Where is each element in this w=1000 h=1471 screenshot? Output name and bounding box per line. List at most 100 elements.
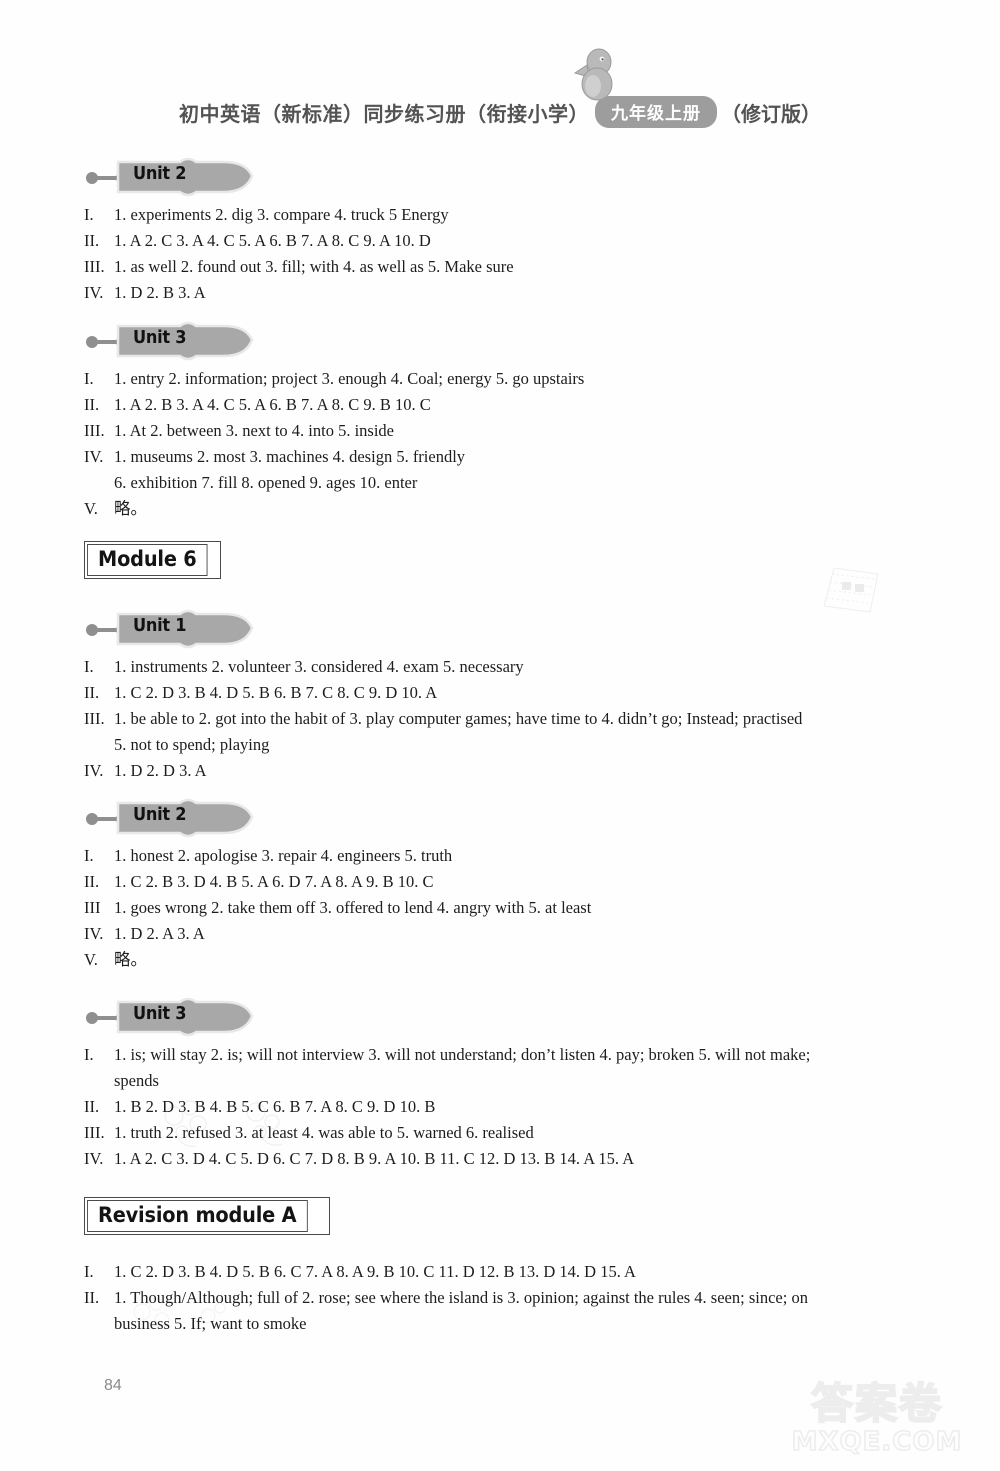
answer-roman: V. <box>84 950 98 969</box>
answer-line: II. 1. C 2. D 3. B 4. D 5. B 6. B 7. C 8… <box>84 680 802 706</box>
answer-line: I. 1. is; will stay 2. is; will not inte… <box>84 1042 810 1068</box>
answers-unit1: I. 1. instruments 2. volunteer 3. consid… <box>84 654 802 784</box>
decorative-note-watermark-icon <box>823 567 879 613</box>
answer-content: 1. honest 2. apologise 3. repair 4. engi… <box>114 846 453 865</box>
answer-roman: III <box>84 898 101 917</box>
answer-continuation: 5. not to spend; playing <box>114 735 270 754</box>
site-watermark: 答案卷 MXQE.COM <box>772 1379 982 1458</box>
answer-content: 1. D 2. B 3. A <box>114 283 206 302</box>
page-header: 初中英语（新标准）同步练习册（衔接小学） 九年级上册 （修订版） <box>0 48 1000 132</box>
section-module6-heading: Module 6 <box>84 541 222 580</box>
answer-content: 1. goes wrong 2. take them off 3. offere… <box>114 898 592 917</box>
unit-tag-unit3-top: Unit 3 <box>84 316 314 362</box>
answer-roman: II. <box>84 683 100 702</box>
answer-content: 1. be able to 2. got into the habit of 3… <box>114 709 803 728</box>
answer-roman: III. <box>84 709 105 728</box>
answer-content: 1. D 2. A 3. A <box>114 924 205 943</box>
answer-roman: IV. <box>84 447 104 466</box>
answer-roman: I. <box>84 657 94 676</box>
answer-line: I. 1. instruments 2. volunteer 3. consid… <box>84 654 802 680</box>
answer-line: II. 1. C 2. B 3. D 4. B 5. A 6. D 7. A 8… <box>84 869 591 895</box>
section-revision-a-heading: Revision module A <box>84 1197 330 1236</box>
answer-line: V. 略。 <box>84 947 591 973</box>
unit-tag-unit3-bottom: Unit 3 <box>84 992 314 1038</box>
bird-mascot-icon <box>573 48 613 101</box>
decorative-flower-watermark-icon <box>164 1100 283 1147</box>
module-heading-box: Module 6 <box>84 541 222 580</box>
unit-tag-unit1: Unit 1 <box>84 604 314 650</box>
answer-line: IV. 1. D 2. D 3. A <box>84 758 802 784</box>
answer-roman: III. <box>84 421 105 440</box>
unit-tag-label: Unit 3 <box>133 1003 187 1024</box>
answer-content: 1. C 2. B 3. D 4. B 5. A 6. D 7. A 8. A … <box>114 872 434 891</box>
answer-roman: I. <box>84 205 94 224</box>
page-number: 84 <box>104 1377 122 1394</box>
answers-unit2-mid: I. 1. honest 2. apologise 3. repair 4. e… <box>84 843 591 973</box>
answer-roman: I. <box>84 1045 94 1064</box>
answer-line: III 1. goes wrong 2. take them off 3. of… <box>84 895 591 921</box>
answer-roman: II. <box>84 1097 100 1116</box>
grade-badge-group: 九年级上册 <box>573 48 717 128</box>
answer-line: I. 1. experiments 2. dig 3. compare 4. t… <box>84 202 514 228</box>
answer-roman: II. <box>84 395 100 414</box>
answer-content: 1. as well 2. found out 3. fill; with 4.… <box>114 257 514 276</box>
unit-tag-label: Unit 3 <box>133 327 187 348</box>
answer-roman: V. <box>84 499 98 518</box>
answer-line: I. 1. honest 2. apologise 3. repair 4. e… <box>84 843 591 869</box>
unit-tag-label: Unit 2 <box>133 163 187 184</box>
unit-tag-unit2-mid: Unit 2 <box>84 793 314 839</box>
answer-roman: II. <box>84 231 100 250</box>
answer-content: 1. entry 2. information; project 3. enou… <box>114 369 585 388</box>
section-unit1: Unit 1 I. 1. instruments 2. volunteer 3.… <box>84 604 802 784</box>
answer-content: 1. C 2. D 3. B 4. D 5. B 6. C 7. A 8. A … <box>114 1262 636 1281</box>
answer-line: II. 1. A 2. B 3. A 4. C 5. A 6. B 7. A 8… <box>84 392 584 418</box>
section-unit2-mid: Unit 2 I. 1. honest 2. apologise 3. repa… <box>84 793 591 973</box>
answer-roman: I. <box>84 1262 94 1281</box>
section-revision-a-answers: I. 1. C 2. D 3. B 4. D 5. B 6. C 7. A 8.… <box>84 1255 808 1337</box>
answer-content: 略。 <box>114 499 147 518</box>
answer-content: 1. museums 2. most 3. machines 4. design… <box>114 447 466 466</box>
answers-revision-a: I. 1. C 2. D 3. B 4. D 5. B 6. C 7. A 8.… <box>84 1259 808 1337</box>
answer-content: 1. D 2. D 3. A <box>114 761 207 780</box>
revision-heading-box: Revision module A <box>84 1197 330 1236</box>
answer-roman: IV. <box>84 283 104 302</box>
answer-continuation: 6. exhibition 7. fill 8. opened 9. ages … <box>114 473 418 492</box>
site-watermark-cn: 答案卷 <box>810 1379 943 1428</box>
answer-content: 略。 <box>114 950 147 969</box>
answer-content: 1. Though/Although; full of 2. rose; see… <box>114 1288 808 1307</box>
section-unit2-top: Unit 2 I. 1. experiments 2. dig 3. compa… <box>84 152 514 306</box>
revision-heading-label: Revision module A <box>87 1200 308 1233</box>
answer-line: III. 1. At 2. between 3. next to 4. into… <box>84 418 584 444</box>
answer-roman: II. <box>84 1288 100 1307</box>
answer-content: 1. is; will stay 2. is; will not intervi… <box>114 1045 811 1064</box>
unit-tag-label: Unit 2 <box>133 804 187 825</box>
answer-roman: III. <box>84 1123 105 1142</box>
answer-roman: I. <box>84 369 94 388</box>
book-title: 初中英语（新标准）同步练习册（衔接小学） <box>179 101 589 126</box>
site-watermark-url: MXQE.COM <box>791 1426 963 1458</box>
answer-content: 1. instruments 2. volunteer 3. considere… <box>114 657 524 676</box>
answer-content: 1. A 2. B 3. A 4. C 5. A 6. B 7. A 8. C … <box>114 395 431 414</box>
answer-line: IV. 1. museums 2. most 3. machines 4. de… <box>84 444 584 470</box>
module-heading-label: Module 6 <box>87 544 208 577</box>
answer-key-page: 初中英语（新标准）同步练习册（衔接小学） 九年级上册 （修订版） Unit 2 … <box>0 0 1000 1471</box>
answer-line: II. 1. Though/Although; full of 2. rose;… <box>84 1285 808 1311</box>
answer-continuation: business 5. If; want to smoke <box>114 1314 307 1333</box>
answer-content: 1. A 2. C 3. A 4. C 5. A 6. B 7. A 8. C … <box>114 231 431 250</box>
answer-line: III. 1. be able to 2. got into the habit… <box>84 706 802 732</box>
section-unit3-top: Unit 3 I. 1. entry 2. information; proje… <box>84 316 584 522</box>
answer-line: I. 1. entry 2. information; project 3. e… <box>84 366 584 392</box>
answer-line: III. 1. as well 2. found out 3. fill; wi… <box>84 254 514 280</box>
answers-unit3-top: I. 1. entry 2. information; project 3. e… <box>84 366 584 522</box>
answer-roman: IV. <box>84 1149 104 1168</box>
answer-line: V. 略。 <box>84 496 584 522</box>
answer-content: 1. C 2. D 3. B 4. D 5. B 6. B 7. C 8. C … <box>114 683 438 702</box>
answer-roman: III. <box>84 257 105 276</box>
answer-line: I. 1. C 2. D 3. B 4. D 5. B 6. C 7. A 8.… <box>84 1259 808 1285</box>
answers-unit2-top: I. 1. experiments 2. dig 3. compare 4. t… <box>84 202 514 306</box>
unit-tag-unit2-top: Unit 2 <box>84 152 314 198</box>
answer-content: 1. experiments 2. dig 3. compare 4. truc… <box>114 205 449 224</box>
answer-roman: IV. <box>84 924 104 943</box>
answer-line: II. 1. A 2. C 3. A 4. C 5. A 6. B 7. A 8… <box>84 228 514 254</box>
answer-roman: II. <box>84 872 100 891</box>
